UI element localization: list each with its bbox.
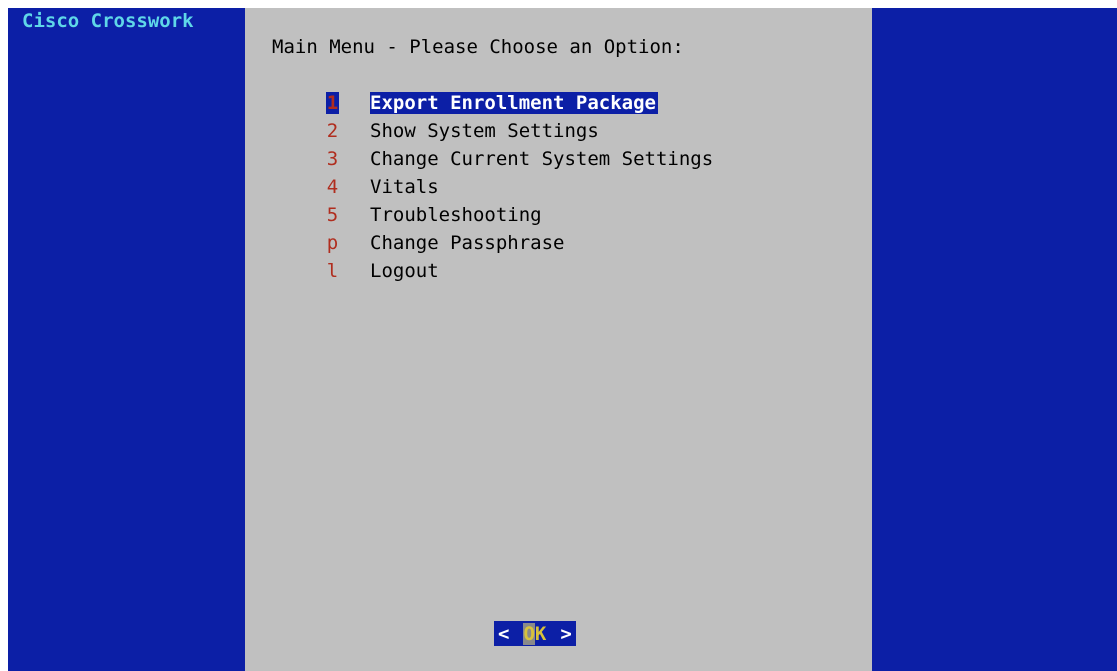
menu-item-tag: p xyxy=(326,232,339,254)
menu-item-show-system-settings[interactable]: 2 Show System Settings xyxy=(326,117,713,145)
menu-item-tag: 1 xyxy=(326,92,339,114)
menu-item-logout[interactable]: l Logout xyxy=(326,257,713,285)
menu-item-vitals[interactable]: 4 Vitals xyxy=(326,173,713,201)
menu-item-label: Show System Settings xyxy=(370,120,599,142)
ok-left-bracket: < xyxy=(498,622,510,645)
menu-item-change-passphrase[interactable]: p Change Passphrase xyxy=(326,229,713,257)
ok-label-rest: K xyxy=(534,622,547,645)
ok-right-bracket: > xyxy=(560,622,572,645)
menu-item-tag: 5 xyxy=(326,204,339,226)
ok-button[interactable]: < OK > xyxy=(494,621,576,646)
menu-item-label: Vitals xyxy=(370,176,439,198)
menu-item-change-current-system-settings[interactable]: 3 Change Current System Settings xyxy=(326,145,713,173)
menu-item-troubleshooting[interactable]: 5 Troubleshooting xyxy=(326,201,713,229)
terminal-screen: Cisco Crosswork Main Menu - Please Choos… xyxy=(8,8,1117,671)
menu-item-tag: 3 xyxy=(326,148,339,170)
main-menu-dialog: Main Menu - Please Choose an Option: 1 E… xyxy=(245,8,872,671)
menu-item-label: Logout xyxy=(370,260,439,282)
menu-list: 1 Export Enrollment Package 2 Show Syste… xyxy=(326,89,713,285)
menu-item-tag: 2 xyxy=(326,120,339,142)
menu-item-tag: 4 xyxy=(326,176,339,198)
menu-prompt: Main Menu - Please Choose an Option: xyxy=(272,36,684,58)
app-title: Cisco Crosswork xyxy=(22,10,194,32)
menu-item-label: Change Passphrase xyxy=(370,232,565,254)
menu-item-export-enrollment-package[interactable]: 1 Export Enrollment Package xyxy=(326,89,713,117)
menu-item-label: Change Current System Settings xyxy=(370,148,714,170)
menu-item-label: Troubleshooting xyxy=(370,204,542,226)
ok-button-label: OK xyxy=(523,622,547,645)
menu-item-tag: l xyxy=(326,260,339,282)
menu-item-label: Export Enrollment Package xyxy=(370,92,658,114)
ok-hotkey: O xyxy=(523,622,535,645)
